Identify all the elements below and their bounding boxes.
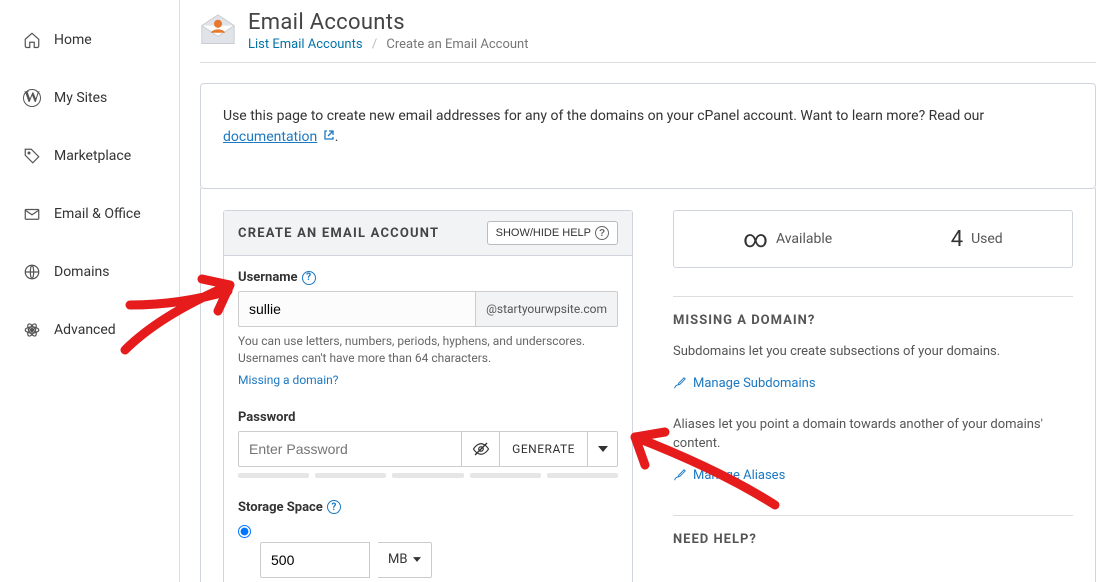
sidebar-label: Email & Office — [54, 206, 141, 222]
aside-column: ∞ Available 4 Used MISSING A DOMAIN? Sub… — [673, 210, 1073, 582]
form-column: CREATE AN EMAIL ACCOUNT SHOW/HIDE HELP ?… — [223, 210, 633, 582]
missing-domain-link[interactable]: Missing a domain? — [238, 373, 338, 387]
password-label: Password — [238, 410, 295, 425]
content-panel: Use this page to create new email addres… — [200, 83, 1096, 189]
manage-subdomains-link[interactable]: Manage Subdomains — [673, 376, 1073, 391]
sidebar-item-advanced[interactable]: Advanced — [0, 310, 179, 350]
tag-icon — [22, 146, 42, 166]
generate-button[interactable]: GENERATE — [500, 431, 588, 467]
storage-value-input[interactable] — [260, 542, 370, 578]
used-count: 4 — [951, 227, 963, 252]
stats-box: ∞ Available 4 Used — [673, 210, 1073, 268]
breadcrumb-current: Create an Email Account — [386, 37, 528, 52]
need-help-heading: NEED HELP? — [673, 515, 1073, 547]
storage-limited-radio[interactable] — [238, 525, 251, 538]
page-header: Email Accounts List Email Accounts / Cre… — [200, 10, 1096, 63]
show-hide-help-button[interactable]: SHOW/HIDE HELP ? — [487, 221, 618, 245]
sidebar-label: Home — [54, 32, 92, 48]
globe-icon — [22, 262, 42, 282]
atom-icon — [22, 320, 42, 340]
available-label: Available — [776, 231, 832, 247]
external-link-icon — [323, 127, 335, 148]
password-strength-meter — [238, 473, 618, 478]
domain-suffix: @startyourwpsite.com — [476, 291, 618, 327]
sidebar: Home W My Sites Marketplace Email & Offi… — [0, 0, 180, 582]
alias-text: Aliases let you point a domain towards a… — [673, 415, 1073, 454]
help-icon: ? — [595, 226, 609, 240]
page-title: Email Accounts — [248, 10, 529, 35]
storage-unit-select[interactable]: MB — [378, 542, 432, 578]
create-email-card: CREATE AN EMAIL ACCOUNT SHOW/HIDE HELP ?… — [223, 210, 633, 582]
password-input[interactable] — [238, 431, 462, 467]
breadcrumb: List Email Accounts / Create an Email Ac… — [248, 37, 529, 52]
manage-aliases-link[interactable]: Manage Aliases — [673, 468, 1073, 483]
username-field: Username ? @startyourwpsite.com You can … — [238, 270, 618, 388]
sidebar-item-email-office[interactable]: Email & Office — [0, 194, 179, 234]
infinity-icon: ∞ — [743, 225, 768, 253]
visibility-toggle-button[interactable] — [462, 431, 500, 467]
home-icon — [22, 30, 42, 50]
sidebar-label: My Sites — [54, 90, 107, 106]
wordpress-icon: W — [22, 88, 42, 108]
used-label: Used — [971, 231, 1003, 247]
main-content: Email Accounts List Email Accounts / Cre… — [180, 0, 1116, 582]
help-icon[interactable]: ? — [302, 271, 316, 285]
subdomain-text: Subdomains let you create subsections of… — [673, 342, 1073, 362]
sidebar-label: Domains — [54, 264, 109, 280]
generate-dropdown-button[interactable] — [588, 431, 618, 467]
email-account-icon — [200, 13, 236, 49]
username-label: Username — [238, 270, 298, 285]
username-input[interactable] — [238, 291, 476, 327]
username-hint: You can use letters, numbers, periods, h… — [238, 333, 618, 367]
content-panel-body: CREATE AN EMAIL ACCOUNT SHOW/HIDE HELP ?… — [200, 188, 1096, 582]
sidebar-item-home[interactable]: Home — [0, 20, 179, 60]
sidebar-item-my-sites[interactable]: W My Sites — [0, 78, 179, 118]
storage-field: Storage Space ? MB — [238, 500, 618, 582]
missing-domain-heading: MISSING A DOMAIN? — [673, 296, 1073, 328]
breadcrumb-sep: / — [372, 37, 377, 52]
password-field: Password GENERATE — [238, 410, 618, 478]
sidebar-item-marketplace[interactable]: Marketplace — [0, 136, 179, 176]
intro-text: Use this page to create new email addres… — [223, 106, 1073, 148]
envelope-icon — [22, 204, 42, 224]
documentation-link[interactable]: documentation — [223, 129, 317, 145]
sidebar-item-domains[interactable]: Domains — [0, 252, 179, 292]
card-heading: CREATE AN EMAIL ACCOUNT — [238, 226, 439, 241]
help-icon[interactable]: ? — [327, 500, 341, 514]
storage-label: Storage Space — [238, 500, 323, 515]
breadcrumb-link[interactable]: List Email Accounts — [248, 37, 363, 52]
sidebar-label: Advanced — [54, 322, 116, 338]
card-header: CREATE AN EMAIL ACCOUNT SHOW/HIDE HELP ? — [224, 211, 632, 256]
sidebar-label: Marketplace — [54, 148, 131, 164]
